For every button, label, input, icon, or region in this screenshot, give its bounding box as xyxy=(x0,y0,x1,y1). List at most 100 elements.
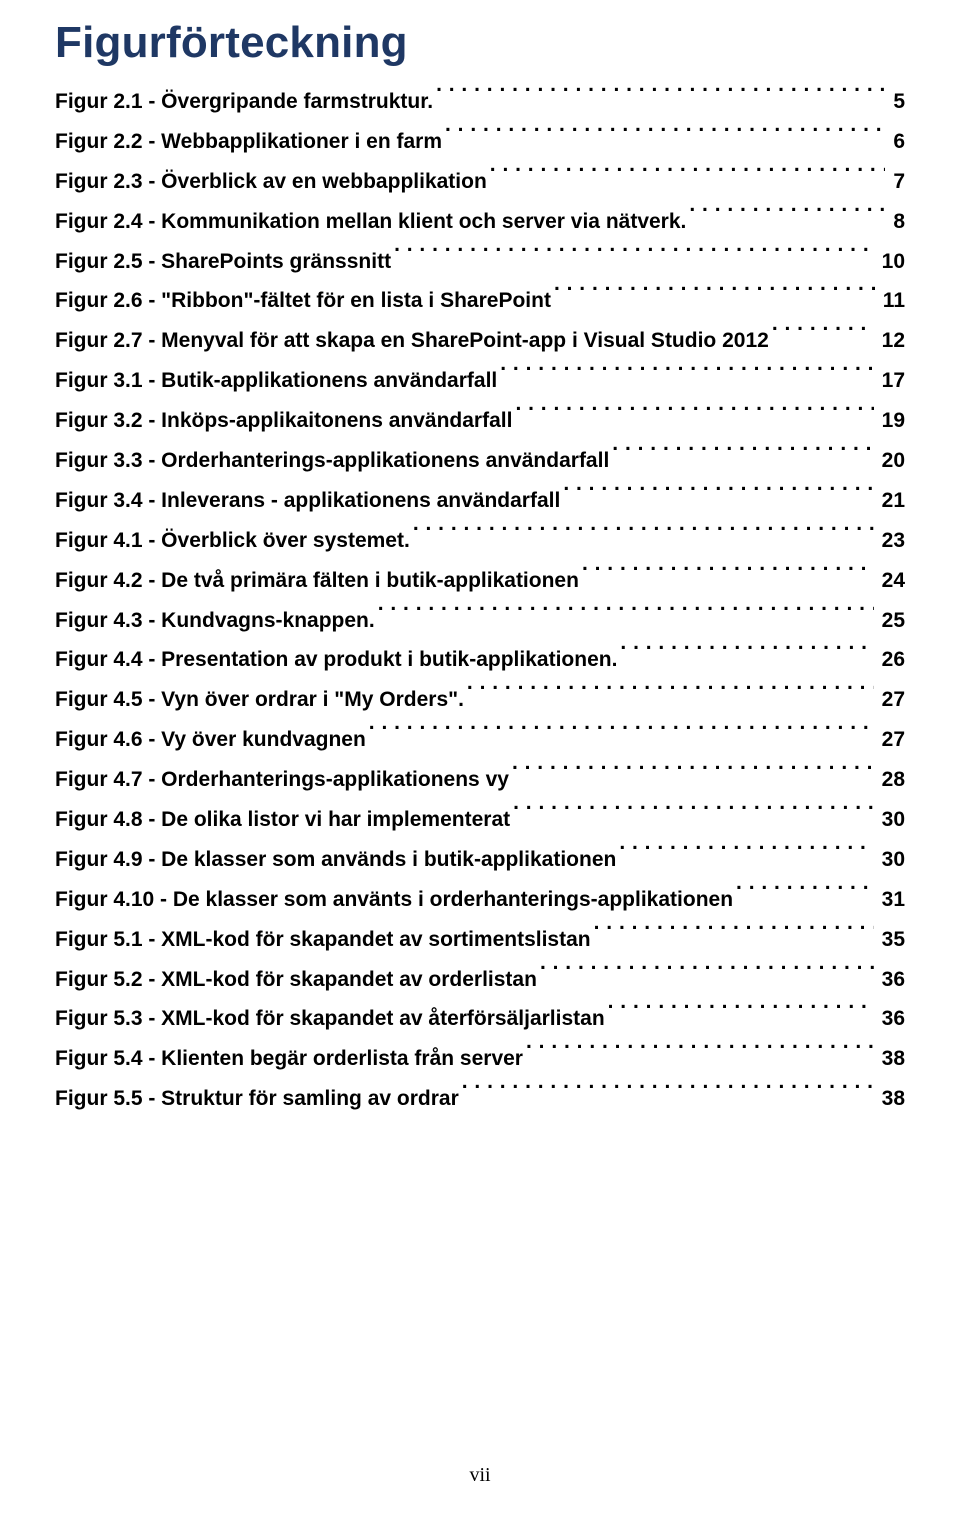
entry-page: 38 xyxy=(877,1039,905,1079)
list-item[interactable]: Figur 4.10 - De klasser som använts i or… xyxy=(55,880,905,920)
list-item[interactable]: Figur 5.5 - Struktur för samling av ordr… xyxy=(55,1079,905,1119)
list-item[interactable]: Figur 4.8 - De olika listor vi har imple… xyxy=(55,800,905,840)
list-item[interactable]: Figur 3.3 - Orderhanterings-applikatione… xyxy=(55,441,905,481)
entry-page: 7 xyxy=(888,162,905,202)
dot-leader xyxy=(612,446,873,467)
list-item[interactable]: Figur 2.3 - Överblick av en webbapplikat… xyxy=(55,162,905,202)
entry-page: 10 xyxy=(877,242,905,282)
entry-label: Figur 3.1 - Butik-applikationens använda… xyxy=(55,361,497,401)
entry-label: Figur 4.4 - Presentation av produkt i bu… xyxy=(55,640,617,680)
list-item[interactable]: Figur 3.1 - Butik-applikationens använda… xyxy=(55,361,905,401)
dot-leader xyxy=(619,845,873,866)
entry-page: 36 xyxy=(877,960,905,1000)
dot-leader xyxy=(394,247,874,268)
entry-page: 17 xyxy=(877,361,905,401)
entry-page: 25 xyxy=(877,601,905,641)
dot-leader xyxy=(462,1084,874,1105)
entry-label: Figur 4.6 - Vy över kundvagnen xyxy=(55,720,366,760)
dot-leader xyxy=(526,1044,874,1065)
list-item[interactable]: Figur 2.6 - "Ribbon"-fältet för en lista… xyxy=(55,281,905,321)
entry-page: 31 xyxy=(877,880,905,920)
entry-page: 28 xyxy=(877,760,905,800)
entry-page: 24 xyxy=(877,561,905,601)
entry-label: Figur 5.2 - XML-kod för skapandet av ord… xyxy=(55,960,537,1000)
dot-leader xyxy=(515,406,873,427)
entry-label: Figur 2.5 - SharePoints gränssnitt xyxy=(55,242,391,282)
dot-leader xyxy=(369,725,874,746)
dot-leader xyxy=(689,207,885,228)
dot-leader xyxy=(467,685,874,706)
entry-label: Figur 4.2 - De två primära fälten i buti… xyxy=(55,561,579,601)
dot-leader xyxy=(582,566,874,587)
entry-page: 27 xyxy=(877,720,905,760)
entry-label: Figur 5.1 - XML-kod för skapandet av sor… xyxy=(55,920,591,960)
entry-page: 30 xyxy=(877,800,905,840)
entry-page: 5 xyxy=(888,82,905,122)
list-item[interactable]: Figur 2.7 - Menyval för att skapa en Sha… xyxy=(55,321,905,361)
entry-label: Figur 2.7 - Menyval för att skapa en Sha… xyxy=(55,321,769,361)
entry-page: 20 xyxy=(877,441,905,481)
page-number-footer: vii xyxy=(0,1464,960,1487)
entry-label: Figur 5.5 - Struktur för samling av ordr… xyxy=(55,1079,459,1119)
list-item[interactable]: Figur 4.9 - De klasser som används i but… xyxy=(55,840,905,880)
entry-label: Figur 5.4 - Klienten begär orderlista fr… xyxy=(55,1039,523,1079)
dot-leader xyxy=(563,486,873,507)
entry-label: Figur 2.6 - "Ribbon"-fältet för en lista… xyxy=(55,281,551,321)
list-item[interactable]: Figur 4.3 - Kundvagns-knappen. 25 xyxy=(55,601,905,641)
page-title: Figurförteckning xyxy=(55,18,905,68)
entry-label: Figur 4.10 - De klasser som använts i or… xyxy=(55,880,733,920)
entry-label: Figur 5.3 - XML-kod för skapandet av åte… xyxy=(55,999,605,1039)
dot-leader xyxy=(608,1004,874,1025)
list-item[interactable]: Figur 5.2 - XML-kod för skapandet av ord… xyxy=(55,960,905,1000)
dot-leader xyxy=(620,645,873,666)
entry-label: Figur 3.2 - Inköps-applikaitonens använd… xyxy=(55,401,512,441)
entry-label: Figur 4.8 - De olika listor vi har imple… xyxy=(55,800,510,840)
page: Figurförteckning Figur 2.1 - Övergripand… xyxy=(0,0,960,1515)
entry-label: Figur 4.9 - De klasser som används i but… xyxy=(55,840,616,880)
dot-leader xyxy=(445,127,885,148)
entry-page: 21 xyxy=(877,481,905,521)
dot-leader xyxy=(594,925,874,946)
list-item[interactable]: Figur 4.2 - De två primära fälten i buti… xyxy=(55,561,905,601)
entry-label: Figur 4.1 - Överblick över systemet. xyxy=(55,521,410,561)
list-item[interactable]: Figur 2.2 - Webbapplikationer i en farm6 xyxy=(55,122,905,162)
dot-leader xyxy=(736,885,874,906)
list-item[interactable]: Figur 2.4 - Kommunikation mellan klient … xyxy=(55,202,905,242)
entry-label: Figur 3.3 - Orderhanterings-applikatione… xyxy=(55,441,609,481)
list-item[interactable]: Figur 2.5 - SharePoints gränssnitt 10 xyxy=(55,242,905,282)
entry-page: 19 xyxy=(877,401,905,441)
dot-leader xyxy=(554,286,875,307)
list-item[interactable]: Figur 4.5 - Vyn över ordrar i "My Orders… xyxy=(55,680,905,720)
list-item[interactable]: Figur 4.7 - Orderhanterings-applikatione… xyxy=(55,760,905,800)
entry-label: Figur 4.3 - Kundvagns-knappen. xyxy=(55,601,375,641)
dot-leader xyxy=(540,965,874,986)
entry-label: Figur 4.7 - Orderhanterings-applikatione… xyxy=(55,760,509,800)
entry-page: 35 xyxy=(877,920,905,960)
entry-page: 8 xyxy=(888,202,905,242)
entry-page: 30 xyxy=(877,840,905,880)
entry-page: 12 xyxy=(877,321,905,361)
list-item[interactable]: Figur 5.3 - XML-kod för skapandet av åte… xyxy=(55,999,905,1039)
entry-page: 26 xyxy=(877,640,905,680)
list-item[interactable]: Figur 2.1 - Övergripande farmstruktur. 5 xyxy=(55,82,905,122)
entry-label: Figur 2.1 - Övergripande farmstruktur. xyxy=(55,82,433,122)
entry-label: Figur 3.4 - Inleverans - applikationens … xyxy=(55,481,560,521)
dot-leader xyxy=(772,326,874,347)
list-item[interactable]: Figur 4.6 - Vy över kundvagnen 27 xyxy=(55,720,905,760)
dot-leader xyxy=(378,606,874,627)
dot-leader xyxy=(413,526,874,547)
list-item[interactable]: Figur 5.4 - Klienten begär orderlista fr… xyxy=(55,1039,905,1079)
dot-leader xyxy=(500,366,873,387)
dot-leader xyxy=(490,167,886,188)
list-item[interactable]: Figur 3.2 - Inköps-applikaitonens använd… xyxy=(55,401,905,441)
figure-list: Figur 2.1 - Övergripande farmstruktur.5F… xyxy=(55,82,905,1119)
entry-page: 6 xyxy=(888,122,905,162)
list-item[interactable]: Figur 5.1 - XML-kod för skapandet av sor… xyxy=(55,920,905,960)
dot-leader xyxy=(512,765,874,786)
entry-page: 27 xyxy=(877,680,905,720)
list-item[interactable]: Figur 4.1 - Överblick över systemet.23 xyxy=(55,521,905,561)
entry-page: 11 xyxy=(878,281,905,321)
list-item[interactable]: Figur 4.4 - Presentation av produkt i bu… xyxy=(55,640,905,680)
entry-page: 38 xyxy=(877,1079,905,1119)
list-item[interactable]: Figur 3.4 - Inleverans - applikationens … xyxy=(55,481,905,521)
